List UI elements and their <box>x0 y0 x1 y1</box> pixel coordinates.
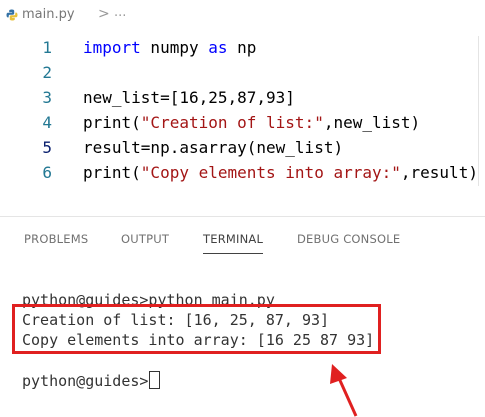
code-token: ,new_list) <box>323 113 421 132</box>
tab-problems[interactable]: PROBLEMS <box>24 232 88 246</box>
red-arrow-annotation <box>330 364 358 417</box>
tab-output[interactable]: OUTPUT <box>121 232 169 246</box>
string-token: "Copy elements into array:" <box>140 163 401 182</box>
python-file-icon <box>6 9 18 21</box>
code-editor[interactable]: 1 import numpy as np 2 3 new_list=[16,25,87,… <box>0 36 485 186</box>
code-text: import numpy as np <box>83 36 256 60</box>
code-token: new_list=[16,25,87,93] <box>83 88 295 107</box>
code-line[interactable]: 6 print("Copy elements into array:",resul… <box>0 161 485 185</box>
line-number: 1 <box>42 38 52 57</box>
terminal-cursor <box>149 371 161 389</box>
code-text: result=np.asarray(new_list) <box>83 136 343 160</box>
keyword-token: import <box>83 38 141 57</box>
code-line[interactable]: 2 <box>0 61 485 85</box>
terminal-prompt-line: python@guides> <box>22 371 161 391</box>
highlight-box <box>12 304 381 354</box>
code-line[interactable]: 1 import numpy as np <box>0 36 485 60</box>
code-token: print( <box>83 163 141 182</box>
code-line[interactable]: 3 new_list=[16,25,87,93] <box>0 86 485 110</box>
terminal-prompt: python@guides> <box>22 372 149 390</box>
breadcrumb-file[interactable]: main.py <box>22 7 75 22</box>
code-line[interactable]: 5 result=np.asarray(new_list) <box>0 136 485 160</box>
breadcrumb-more[interactable]: ... <box>114 5 126 20</box>
string-token: "Creation of list:" <box>140 113 324 132</box>
editor-scrollbar[interactable] <box>478 36 485 186</box>
code-text: new_list=[16,25,87,93] <box>83 86 295 110</box>
keyword-token: as <box>208 38 228 57</box>
code-token: ,result) <box>400 163 478 182</box>
line-number: 4 <box>42 113 52 132</box>
code-token: numpy <box>140 38 209 57</box>
panel-divider[interactable] <box>0 216 485 217</box>
tab-terminal[interactable]: TERMINAL <box>203 232 264 254</box>
tab-debug-console[interactable]: DEBUG CONSOLE <box>297 232 400 246</box>
line-number: 3 <box>42 88 52 107</box>
code-token: np <box>227 38 257 57</box>
line-number: 2 <box>42 63 52 82</box>
breadcrumb: main.py > ... <box>0 0 485 32</box>
code-token: result=np.asarray(new_list) <box>83 138 344 157</box>
line-number: 5 <box>42 138 52 157</box>
code-text: print("Copy elements into array:",result… <box>83 161 478 185</box>
code-token: print( <box>83 113 141 132</box>
code-line[interactable]: 4 print("Creation of list:",new_list) <box>0 111 485 135</box>
code-text: print("Creation of list:",new_list) <box>83 111 420 135</box>
panel-tabs: PROBLEMS OUTPUT TERMINAL DEBUG CONSOLE <box>0 222 485 262</box>
line-number: 6 <box>42 163 52 182</box>
breadcrumb-separator: > <box>98 6 110 22</box>
